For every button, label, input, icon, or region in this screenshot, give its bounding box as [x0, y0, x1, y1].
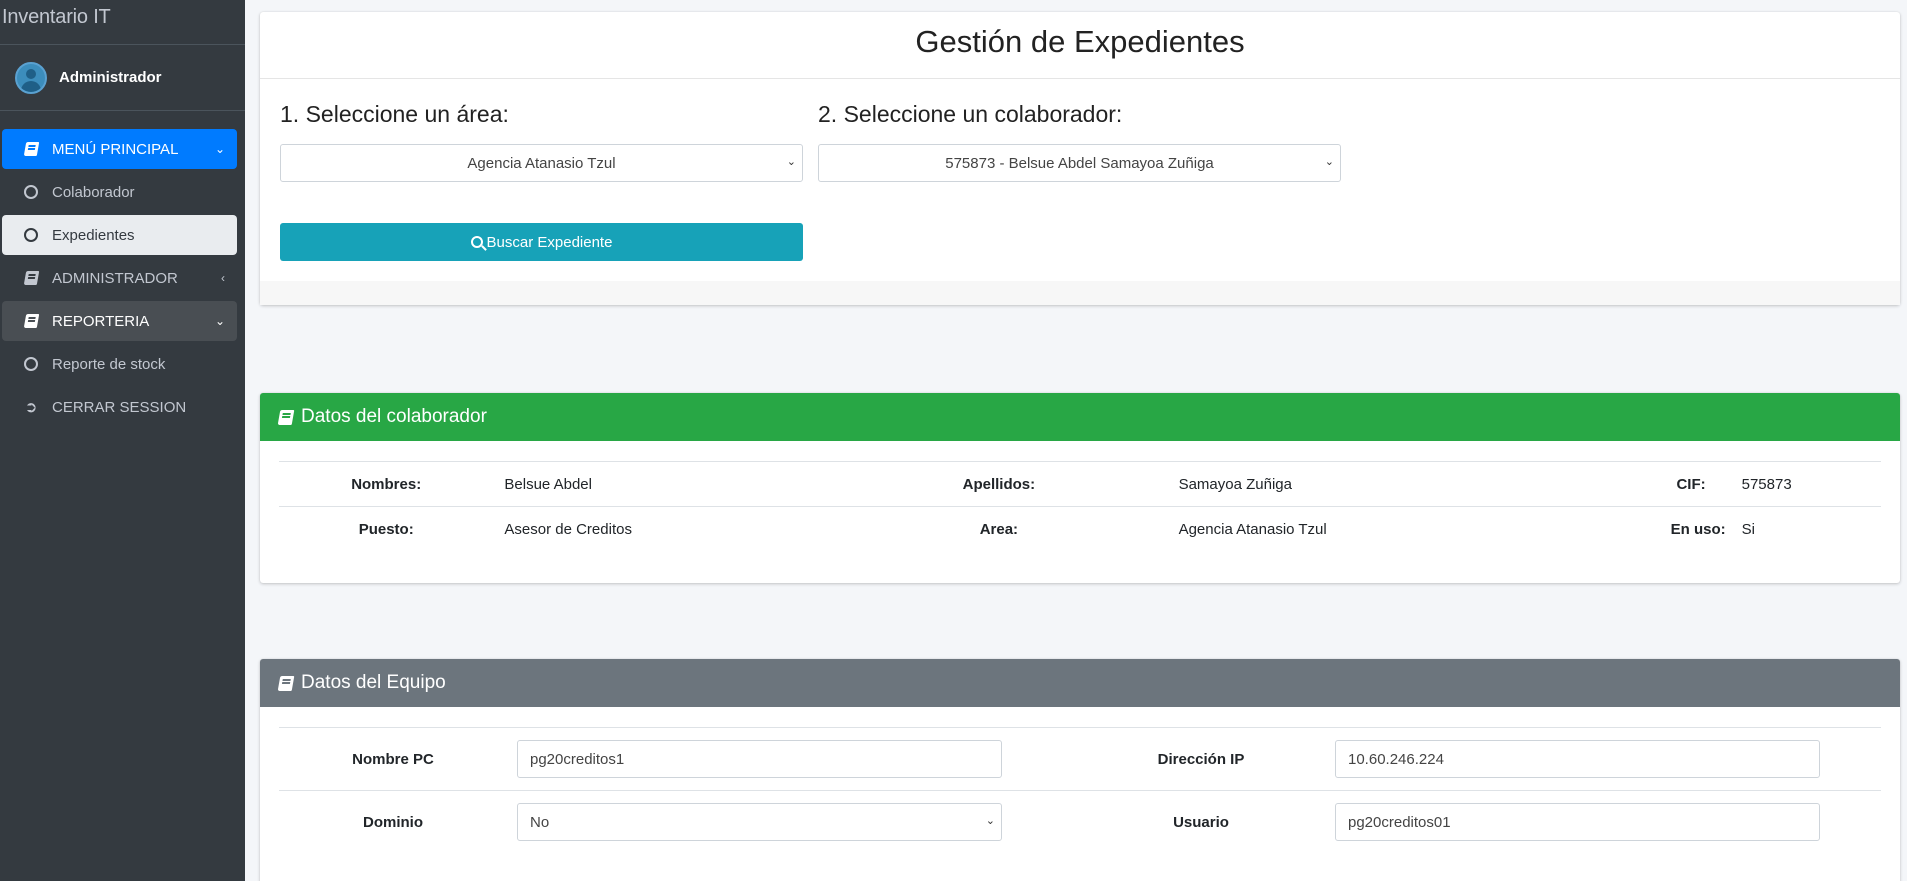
sidebar-item-label: ADMINISTRADOR — [52, 269, 178, 287]
sidebar-item-label: MENÚ PRINCIPAL — [52, 140, 179, 158]
chevron-down-icon: ⌄ — [214, 314, 225, 328]
buscar-expediente-label: Buscar Expediente — [486, 233, 613, 251]
avatar-icon — [15, 61, 47, 94]
book-icon — [277, 675, 295, 691]
table-row: Puesto: Asesor de Creditos Area: Agencia… — [279, 506, 1881, 552]
sidebar-item-label: REPORTERIA — [52, 312, 150, 330]
cif-value: 575873 — [1730, 461, 1881, 507]
sidebar-item-reporte-stock[interactable]: Reporte de stock — [2, 344, 237, 384]
equipo-card: Datos del Equipo Nombre PC pg20creditos1… — [260, 659, 1900, 881]
dominio-select[interactable]: No ⌄ — [517, 803, 1002, 842]
puesto-value: Asesor de Creditos — [493, 506, 831, 552]
table-row: Nombre PC pg20creditos1 Dirección IP 10.… — [279, 727, 1881, 791]
page-title: Gestión de Expedientes — [260, 12, 1900, 79]
dominio-select-value: No — [530, 813, 550, 831]
sidebar-item-reporteria[interactable]: REPORTERIA ⌄ — [2, 301, 237, 341]
nombre-pc-input[interactable]: pg20creditos1 — [517, 740, 1002, 778]
sidebar-item-label: Expedientes — [52, 226, 135, 244]
colaborador-select[interactable]: 575873 - Belsue Abdel Samayoa Zuñiga ⌄ — [818, 144, 1341, 182]
sidebar-item-label: Colaborador — [52, 183, 135, 201]
colaborador-label: 2. Seleccione un colaborador: — [818, 101, 1123, 127]
area-info-value: Agencia Atanasio Tzul — [1167, 506, 1383, 552]
chevron-left-icon: ‹ — [221, 271, 225, 285]
cif-label: CIF: — [1382, 461, 1731, 507]
chevron-down-icon: ⌄ — [214, 142, 225, 156]
brand-title[interactable]: Inventario IT — [0, 0, 245, 45]
chevron-down-icon: ⌄ — [985, 815, 995, 828]
book-icon — [22, 142, 40, 156]
usuario-input[interactable]: pg20creditos01 — [1335, 803, 1820, 842]
circle-icon — [22, 357, 40, 371]
ip-label: Dirección IP — [1087, 727, 1315, 791]
table-row: Nombres: Belsue Abdel Apellidos: Samayoa… — [279, 461, 1881, 507]
colaborador-card-header: Datos del colaborador — [260, 393, 1900, 441]
logout-icon: ➲ — [24, 399, 38, 416]
search-card: Gestión de Expedientes 1. Seleccione un … — [260, 12, 1900, 305]
book-icon — [277, 409, 295, 425]
nombres-label: Nombres: — [279, 461, 494, 507]
circle-icon — [22, 185, 40, 199]
chevron-down-icon: ⌄ — [786, 156, 796, 168]
user-name[interactable]: Administrador — [59, 69, 162, 86]
sidebar-item-menu-principal[interactable]: MENÚ PRINCIPAL ⌄ — [2, 129, 237, 169]
area-select-value: Agencia Atanasio Tzul — [467, 154, 616, 172]
chevron-down-icon: ⌄ — [1324, 156, 1334, 168]
sidebar-nav: MENÚ PRINCIPAL ⌄ Colaborador Expedientes… — [0, 111, 245, 427]
sidebar-item-expedientes[interactable]: Expedientes — [2, 215, 237, 255]
book-icon — [22, 271, 40, 285]
buscar-expediente-button[interactable]: Buscar Expediente — [280, 223, 803, 261]
colaborador-select-value: 575873 - Belsue Abdel Samayoa Zuñiga — [945, 154, 1214, 172]
usuario-label: Usuario — [1087, 790, 1315, 854]
book-icon — [22, 314, 40, 328]
equipo-card-header: Datos del Equipo — [260, 659, 1900, 707]
user-panel: Administrador — [0, 45, 245, 111]
colaborador-table: Nombres: Belsue Abdel Apellidos: Samayoa… — [279, 461, 1881, 552]
dominio-label: Dominio — [279, 790, 507, 854]
en-uso-value: Si — [1730, 506, 1881, 552]
apellidos-label: Apellidos: — [830, 461, 1168, 507]
area-label: 1. Seleccione un área: — [280, 101, 509, 127]
sidebar-item-label: Reporte de stock — [52, 355, 166, 373]
area-info-label: Area: — [830, 506, 1168, 552]
en-uso-label: En uso: — [1382, 506, 1731, 552]
ip-input[interactable]: 10.60.246.224 — [1335, 740, 1820, 778]
sidebar: Inventario IT Administrador MENÚ PRINCIP… — [0, 0, 245, 881]
equipo-table: Nombre PC pg20creditos1 Dirección IP 10.… — [279, 727, 1881, 854]
area-select[interactable]: Agencia Atanasio Tzul ⌄ — [280, 144, 803, 182]
puesto-label: Puesto: — [279, 506, 494, 552]
apellidos-value: Samayoa Zuñiga — [1167, 461, 1383, 507]
sidebar-item-colaborador[interactable]: Colaborador — [2, 172, 237, 212]
card-footer — [260, 281, 1900, 305]
sidebar-item-administrador[interactable]: ADMINISTRADOR ‹ — [2, 258, 237, 298]
colaborador-header-title: Datos del colaborador — [301, 406, 487, 427]
nombres-value: Belsue Abdel — [493, 461, 831, 507]
sidebar-item-cerrar-session[interactable]: ➲ CERRAR SESSION — [2, 387, 237, 427]
sidebar-item-label: CERRAR SESSION — [52, 398, 187, 416]
equipo-header-title: Datos del Equipo — [301, 672, 446, 693]
search-icon — [470, 236, 483, 248]
table-row: Dominio No ⌄ Usuario pg20creditos01 — [279, 790, 1881, 854]
nombre-pc-label: Nombre PC — [279, 727, 507, 791]
main-content: Gestión de Expedientes 1. Seleccione un … — [260, 12, 1900, 881]
circle-icon — [22, 228, 40, 242]
colaborador-card: Datos del colaborador Nombres: Belsue Ab… — [260, 393, 1900, 583]
